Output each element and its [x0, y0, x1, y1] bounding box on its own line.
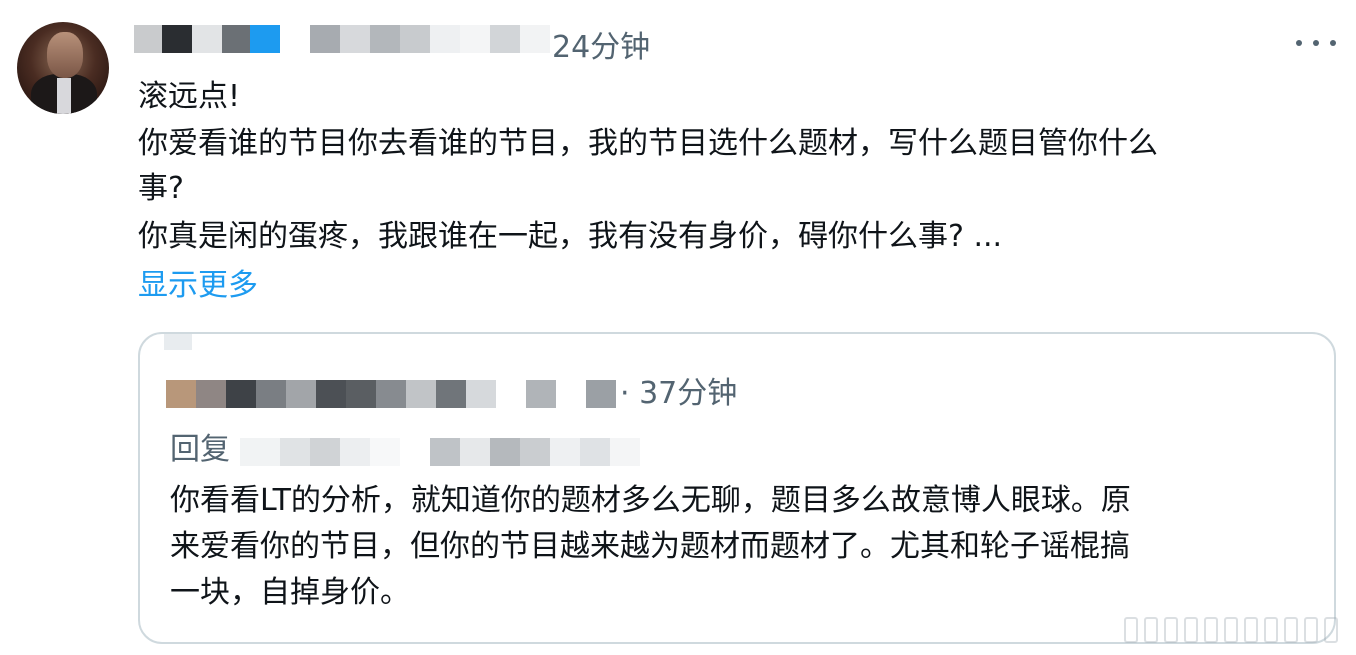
- tweet-text-line: 你真是闲的蛋疼，我跟谁在一起，我有没有身价，碍你什么事? ...: [138, 219, 1003, 254]
- quoted-tweet[interactable]: · 37分钟 回复 你看看LT的分析，就知道你的题材多么无聊，题目多么故意博人眼…: [138, 332, 1336, 644]
- tweet-text-line: 滚远点!: [138, 79, 241, 114]
- tweet-text-line: 事?: [138, 171, 184, 206]
- more-horizontal-icon: [1330, 40, 1336, 46]
- avatar-shirt: [57, 78, 71, 114]
- show-more-link[interactable]: 显示更多: [138, 260, 258, 304]
- avatar[interactable]: [17, 22, 109, 114]
- quote-text-line: 一块，自掉身价。: [170, 575, 410, 610]
- avatar-face: [47, 32, 83, 78]
- more-horizontal-icon: [1296, 40, 1302, 46]
- watermark-bars: [1124, 617, 1338, 643]
- tweet[interactable]: 24分钟 滚远点! 你爱看谁的节目你去看谁的节目，我的节目选什么题材，写什么题目…: [0, 0, 1356, 655]
- tweet-text-line: 你爱看谁的节目你去看谁的节目，我的节目选什么题材，写什么题目管你什么: [138, 126, 1158, 161]
- censored-quote-username[interactable]: [166, 380, 616, 408]
- quote-text-line: 来爱看你的节目，但你的节目越来越为题材而题材了。尤其和轮子谣棍搞: [170, 529, 1130, 564]
- censored-username[interactable]: [134, 25, 550, 53]
- quote-timestamp[interactable]: · 37分钟: [620, 368, 737, 412]
- reply-label: 回复: [170, 432, 230, 467]
- tweet-timestamp[interactable]: 24分钟: [552, 22, 650, 66]
- more-horizontal-icon: [1313, 40, 1319, 46]
- more-options-button[interactable]: [1296, 28, 1336, 58]
- censored-reply-target[interactable]: [240, 438, 640, 466]
- quote-text-line: 你看看LT的分析，就知道你的题材多么无聊，题目多么故意博人眼球。原: [170, 483, 1131, 518]
